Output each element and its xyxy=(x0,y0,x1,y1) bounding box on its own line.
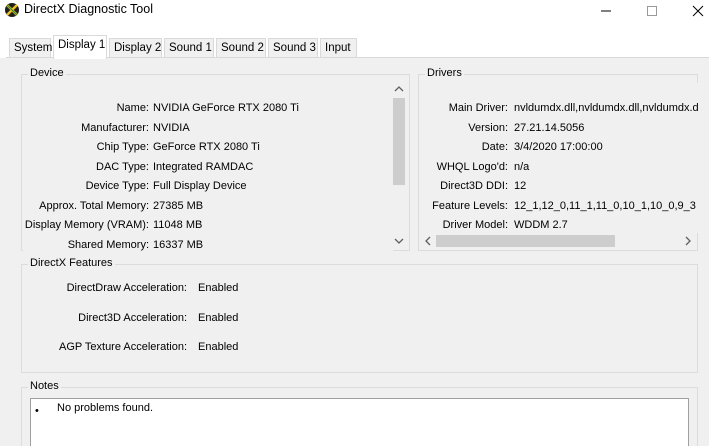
device-row: Chip Type: GeForce RTX 2080 Ti xyxy=(23,140,393,155)
device-value: 27385 MB xyxy=(153,199,204,212)
device-value: Integrated RAMDAC xyxy=(153,160,254,173)
tab-system[interactable]: System xyxy=(9,38,52,58)
device-value: 11048 MB xyxy=(153,219,203,231)
device-label: Device Type: xyxy=(85,180,149,192)
drivers-list: Main Driver: nvldumdx.dll,nvldumdx.dll,n… xyxy=(420,83,698,233)
driver-value: 12_1,12_0,11_1,11_0,10_1,10_0,9_3 xyxy=(514,199,696,212)
driver-row: Version: 27.21.14.5056 xyxy=(420,121,698,136)
tab-sound-2[interactable]: Sound 2 xyxy=(216,38,266,58)
device-label: Shared Memory: xyxy=(67,238,149,251)
feature-value: Enabled xyxy=(198,312,239,324)
device-scroll-thumb[interactable] xyxy=(393,98,405,185)
features-group-title: DirectX Features xyxy=(28,257,115,269)
device-label: Chip Type: xyxy=(96,141,149,153)
driver-label: Driver Model: xyxy=(442,219,508,231)
device-row: Shared Memory: 16337 MB xyxy=(23,238,393,252)
tab-input[interactable]: Input xyxy=(320,38,357,58)
device-row: Display Memory (VRAM): 11048 MB xyxy=(23,218,393,233)
device-group: Device Name: NVIDIA GeForce RTX 2080 Ti … xyxy=(21,67,410,251)
device-group-title: Device xyxy=(28,67,66,79)
driver-label: Date: xyxy=(481,141,508,153)
driver-value: WDDM 2.7 xyxy=(514,219,568,231)
feature-row: AGP Texture Acceleration: Enabled xyxy=(22,340,697,355)
device-list: Name: NVIDIA GeForce RTX 2080 Ti Manufac… xyxy=(23,83,393,251)
driver-value: 27.21.14.5056 xyxy=(514,121,585,134)
feature-value: Enabled xyxy=(198,282,239,294)
notes-group-title: Notes xyxy=(28,380,61,392)
feature-label: DirectDraw Acceleration: xyxy=(66,282,187,294)
driver-row: Feature Levels: 12_1,12_0,11_1,11_0,10_1… xyxy=(420,199,698,214)
device-value: NVIDIA xyxy=(153,121,190,134)
device-label: Display Memory (VRAM): xyxy=(24,219,149,231)
tab-strip: System Display 1 Display 2 Sound 1 Sound… xyxy=(0,22,709,59)
device-row: Manufacturer: NVIDIA xyxy=(23,121,393,136)
drivers-group: Drivers Main Driver: nvldumdx.dll,nvldum… xyxy=(418,67,698,251)
feature-row: Direct3D Acceleration: Enabled xyxy=(22,311,697,326)
feature-label: AGP Texture Acceleration: xyxy=(59,341,187,353)
device-row: Device Type: Full Display Device xyxy=(23,179,393,194)
driver-value: nvldumdx.dll,nvldumdx.dll,nvldumdx.dll xyxy=(514,102,698,114)
directx-icon xyxy=(5,3,19,17)
feature-row: DirectDraw Acceleration: Enabled xyxy=(22,281,697,296)
scroll-left-icon[interactable] xyxy=(423,236,433,246)
device-value: GeForce RTX 2080 Ti xyxy=(153,141,260,153)
driver-label: Version: xyxy=(468,121,508,134)
maximize-icon xyxy=(647,6,657,16)
notes-textbox[interactable]: • No problems found. xyxy=(30,398,689,446)
directx-features-group: DirectX Features DirectDraw Acceleration… xyxy=(21,257,698,373)
device-row: Approx. Total Memory: 27385 MB xyxy=(23,199,393,214)
device-label: Manufacturer: xyxy=(81,121,149,134)
driver-row: WHQL Logo'd: n/a xyxy=(420,160,698,175)
driver-label: Direct3D DDI: xyxy=(440,180,508,192)
driver-label: Main Driver: xyxy=(448,102,508,114)
driver-label: WHQL Logo'd: xyxy=(436,160,508,173)
device-scrollbar[interactable] xyxy=(391,81,407,249)
device-row: Name: NVIDIA GeForce RTX 2080 Ti xyxy=(23,101,393,116)
tab-panel-border xyxy=(6,57,709,58)
window-title: DirectX Diagnostic Tool xyxy=(24,2,153,16)
notes-item: No problems found. xyxy=(57,402,153,414)
close-button[interactable] xyxy=(675,0,709,22)
dxdiag-window: DirectX Diagnostic Tool System Display 1… xyxy=(0,0,709,446)
device-label: DAC Type: xyxy=(96,160,149,173)
drivers-scrollbar[interactable] xyxy=(420,233,696,249)
notes-group: Notes • No problems found. xyxy=(21,380,698,446)
device-value: Full Display Device xyxy=(153,180,247,192)
drivers-group-title: Drivers xyxy=(425,67,464,79)
driver-row: Main Driver: nvldumdx.dll,nvldumdx.dll,n… xyxy=(420,101,698,116)
device-value: 16337 MB xyxy=(153,238,204,251)
driver-value: 3/4/2020 17:00:00 xyxy=(514,141,603,153)
device-row: DAC Type: Integrated RAMDAC xyxy=(23,160,393,175)
tab-display-2[interactable]: Display 2 xyxy=(109,38,162,58)
device-value: NVIDIA GeForce RTX 2080 Ti xyxy=(153,102,299,114)
tab-sound-1[interactable]: Sound 1 xyxy=(164,38,214,58)
scroll-up-icon[interactable] xyxy=(394,84,404,94)
device-label: Approx. Total Memory: xyxy=(39,199,149,212)
tab-display-1[interactable]: Display 1 xyxy=(53,35,107,59)
driver-row: Date: 3/4/2020 17:00:00 xyxy=(420,140,698,155)
scroll-right-icon[interactable] xyxy=(683,236,693,246)
drivers-scroll-thumb[interactable] xyxy=(436,235,615,247)
tab-sound-3[interactable]: Sound 3 xyxy=(268,38,318,58)
driver-label: Feature Levels: xyxy=(432,199,508,212)
feature-value: Enabled xyxy=(198,341,239,353)
close-icon xyxy=(692,5,704,17)
title-bar[interactable]: DirectX Diagnostic Tool xyxy=(0,0,709,22)
maximize-button[interactable] xyxy=(629,0,675,22)
scroll-down-icon[interactable] xyxy=(394,236,404,246)
minimize-icon xyxy=(601,10,611,12)
driver-value: 12 xyxy=(514,180,527,192)
driver-value: n/a xyxy=(514,160,530,173)
driver-row: Direct3D DDI: 12 xyxy=(420,179,698,194)
bullet-icon: • xyxy=(35,405,39,417)
minimize-button[interactable] xyxy=(583,0,629,22)
driver-row: Driver Model: WDDM 2.7 xyxy=(420,218,698,233)
device-label: Name: xyxy=(116,102,149,114)
feature-label: Direct3D Acceleration: xyxy=(78,312,187,324)
